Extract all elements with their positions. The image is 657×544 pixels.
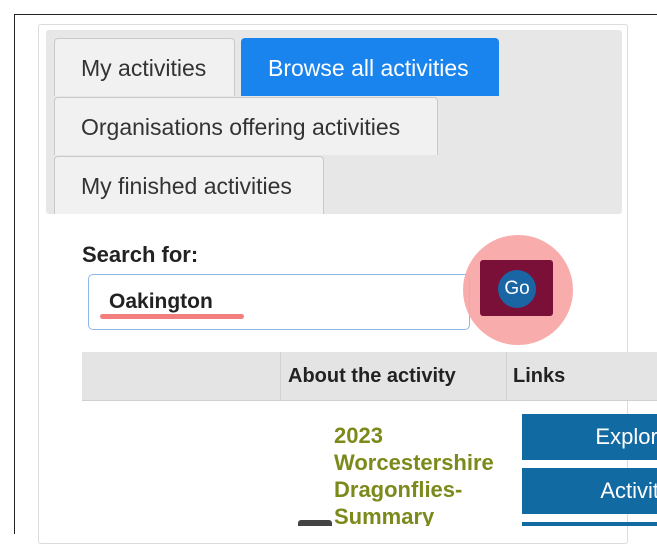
table-header: About the activity Links xyxy=(82,352,657,401)
header-about-activity: About the activity xyxy=(288,365,456,387)
header-links: Links xyxy=(513,365,566,387)
search-input[interactable] xyxy=(88,274,470,330)
activity-button[interactable]: Activity xyxy=(522,468,657,514)
go-button-label: Go xyxy=(498,270,536,308)
search-text-highlight xyxy=(100,314,244,319)
tab-organisations-offering-activities[interactable]: Organisations offering activities xyxy=(54,97,438,155)
go-button[interactable]: Go xyxy=(480,260,553,316)
search-label: Search for: xyxy=(82,242,199,267)
link-button[interactable] xyxy=(522,522,657,526)
activity-thumbnail xyxy=(298,520,332,526)
explore-button[interactable]: Explore xyxy=(522,414,657,460)
tab-my-finished-activities[interactable]: My finished activities xyxy=(54,156,324,214)
tab-my-activities[interactable]: My activities xyxy=(54,38,235,96)
results-table: About the activity Links 2023 Worcesters… xyxy=(82,352,657,526)
tab-browse-all-activities[interactable]: Browse all activities xyxy=(241,38,499,96)
header-divider xyxy=(280,352,281,400)
activity-title-link[interactable]: 2023 Worcestershire Dragonflies- Summary xyxy=(334,422,514,526)
header-divider xyxy=(506,352,507,400)
